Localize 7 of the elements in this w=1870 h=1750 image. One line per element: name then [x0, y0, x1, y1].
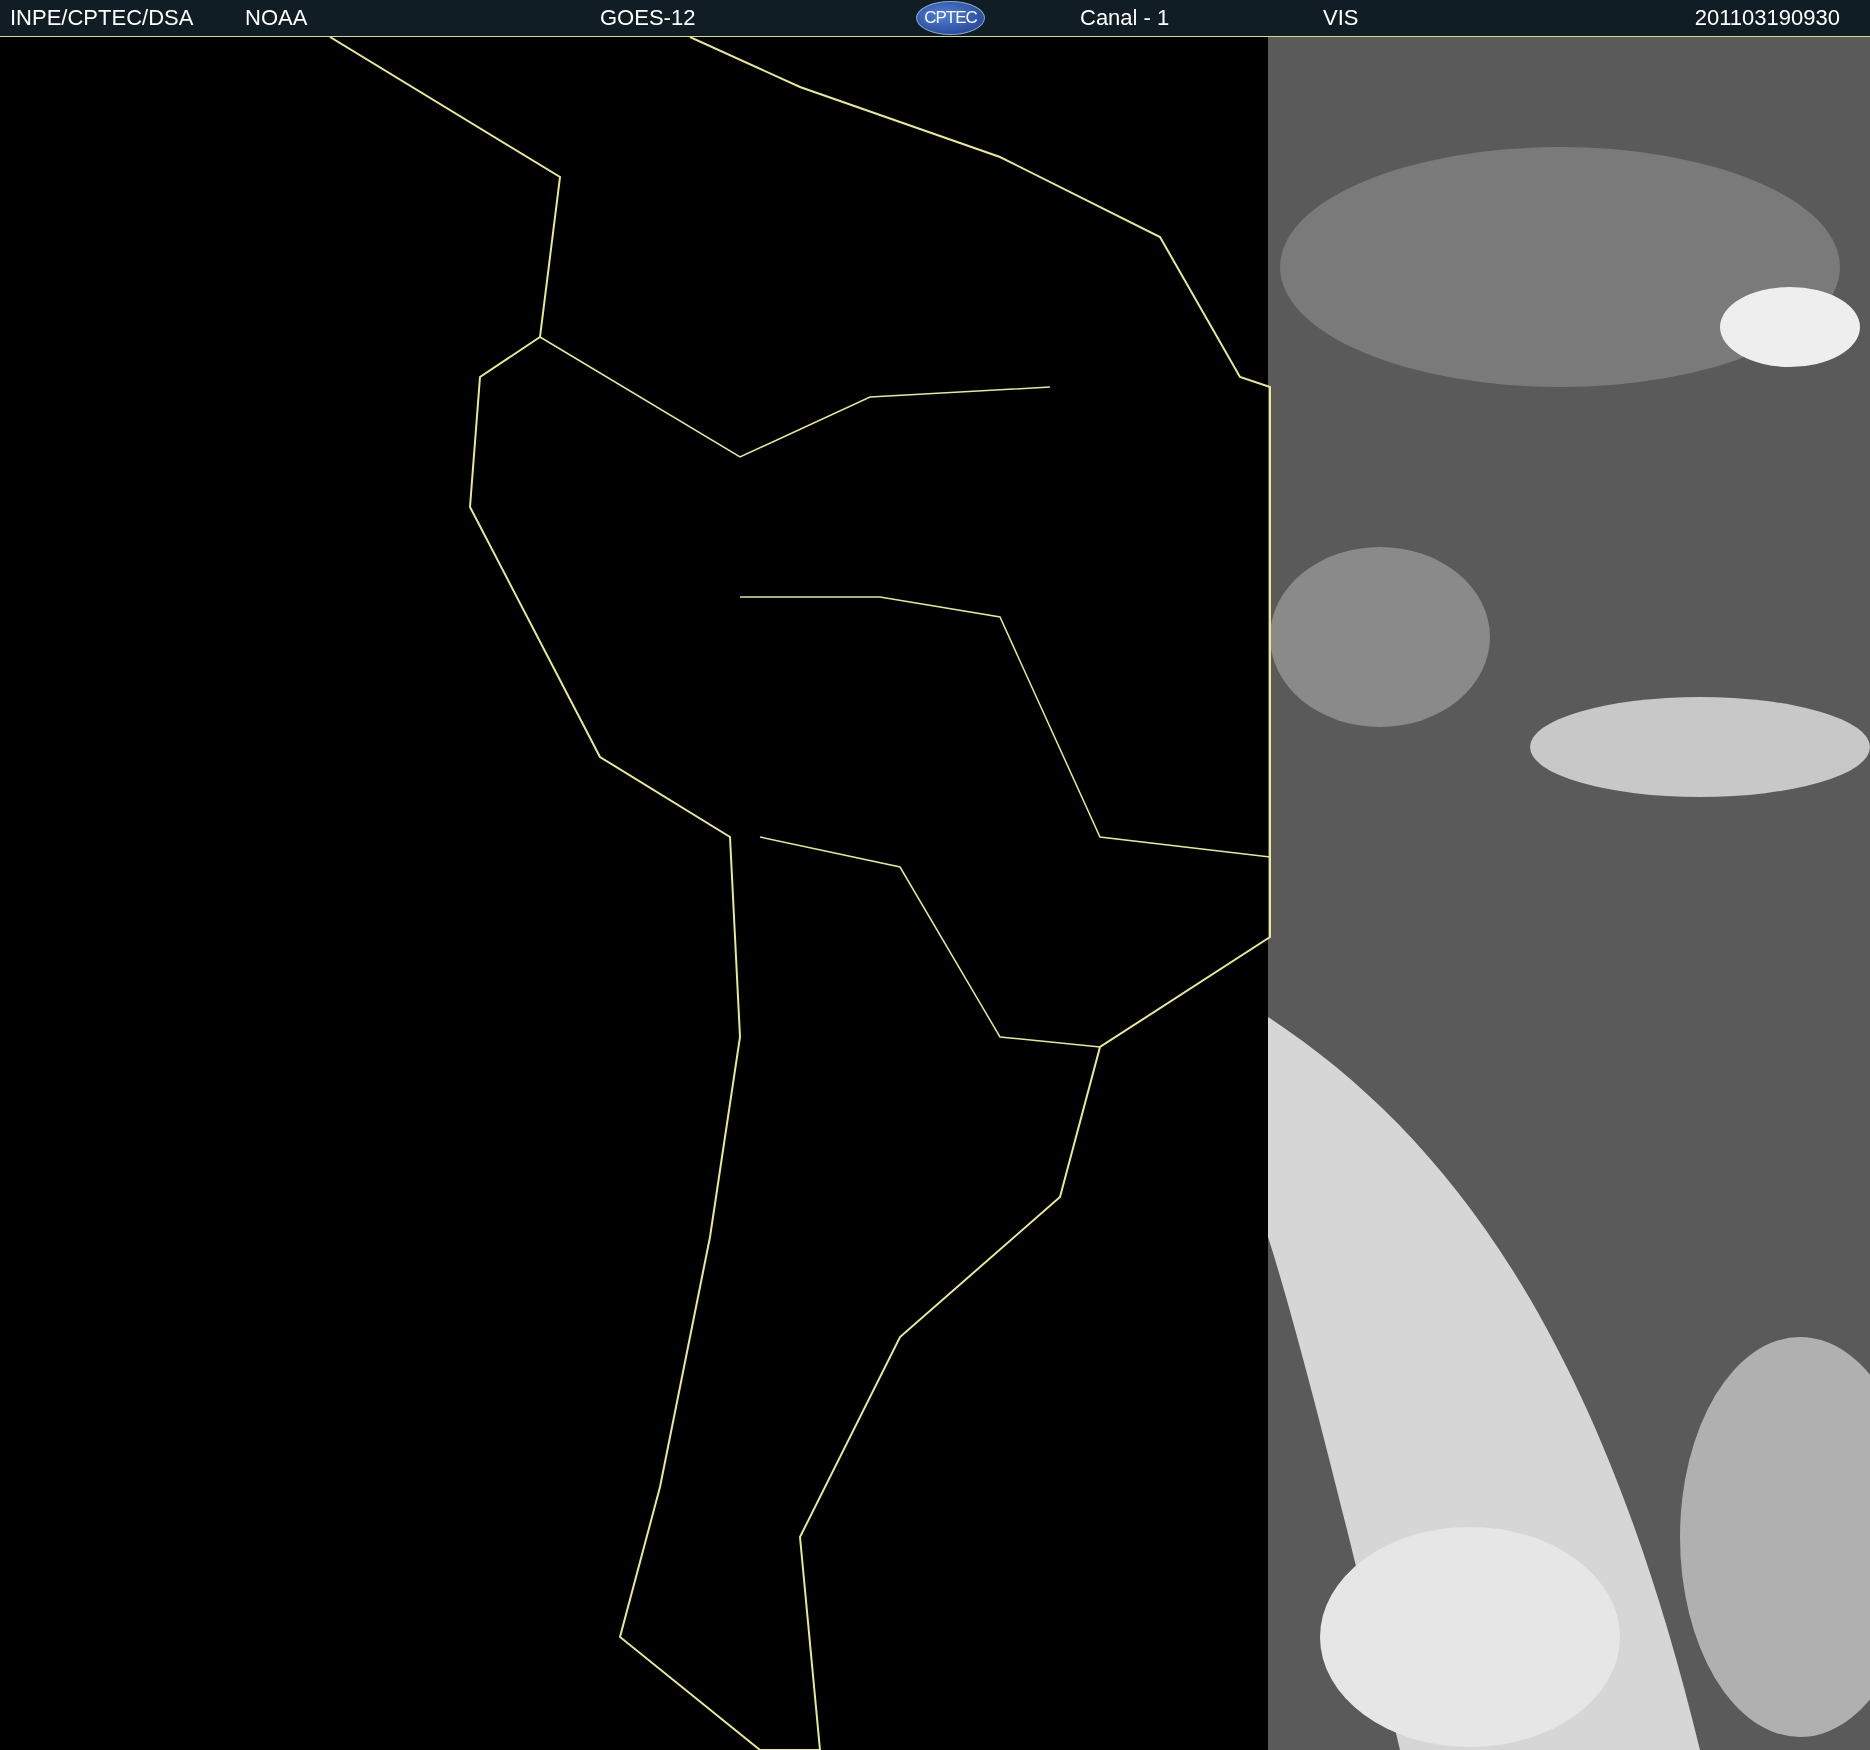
satellite-label: GOES-12: [600, 5, 697, 31]
channel-label: Canal - 1: [1080, 5, 1171, 31]
agency-label: NOAA: [245, 5, 309, 31]
source-label: INPE/CPTEC/DSA: [10, 5, 195, 31]
logo: CPTEC: [916, 1, 985, 35]
band-label: VIS: [1323, 5, 1360, 31]
timestamp: 201103190930: [1694, 5, 1840, 31]
